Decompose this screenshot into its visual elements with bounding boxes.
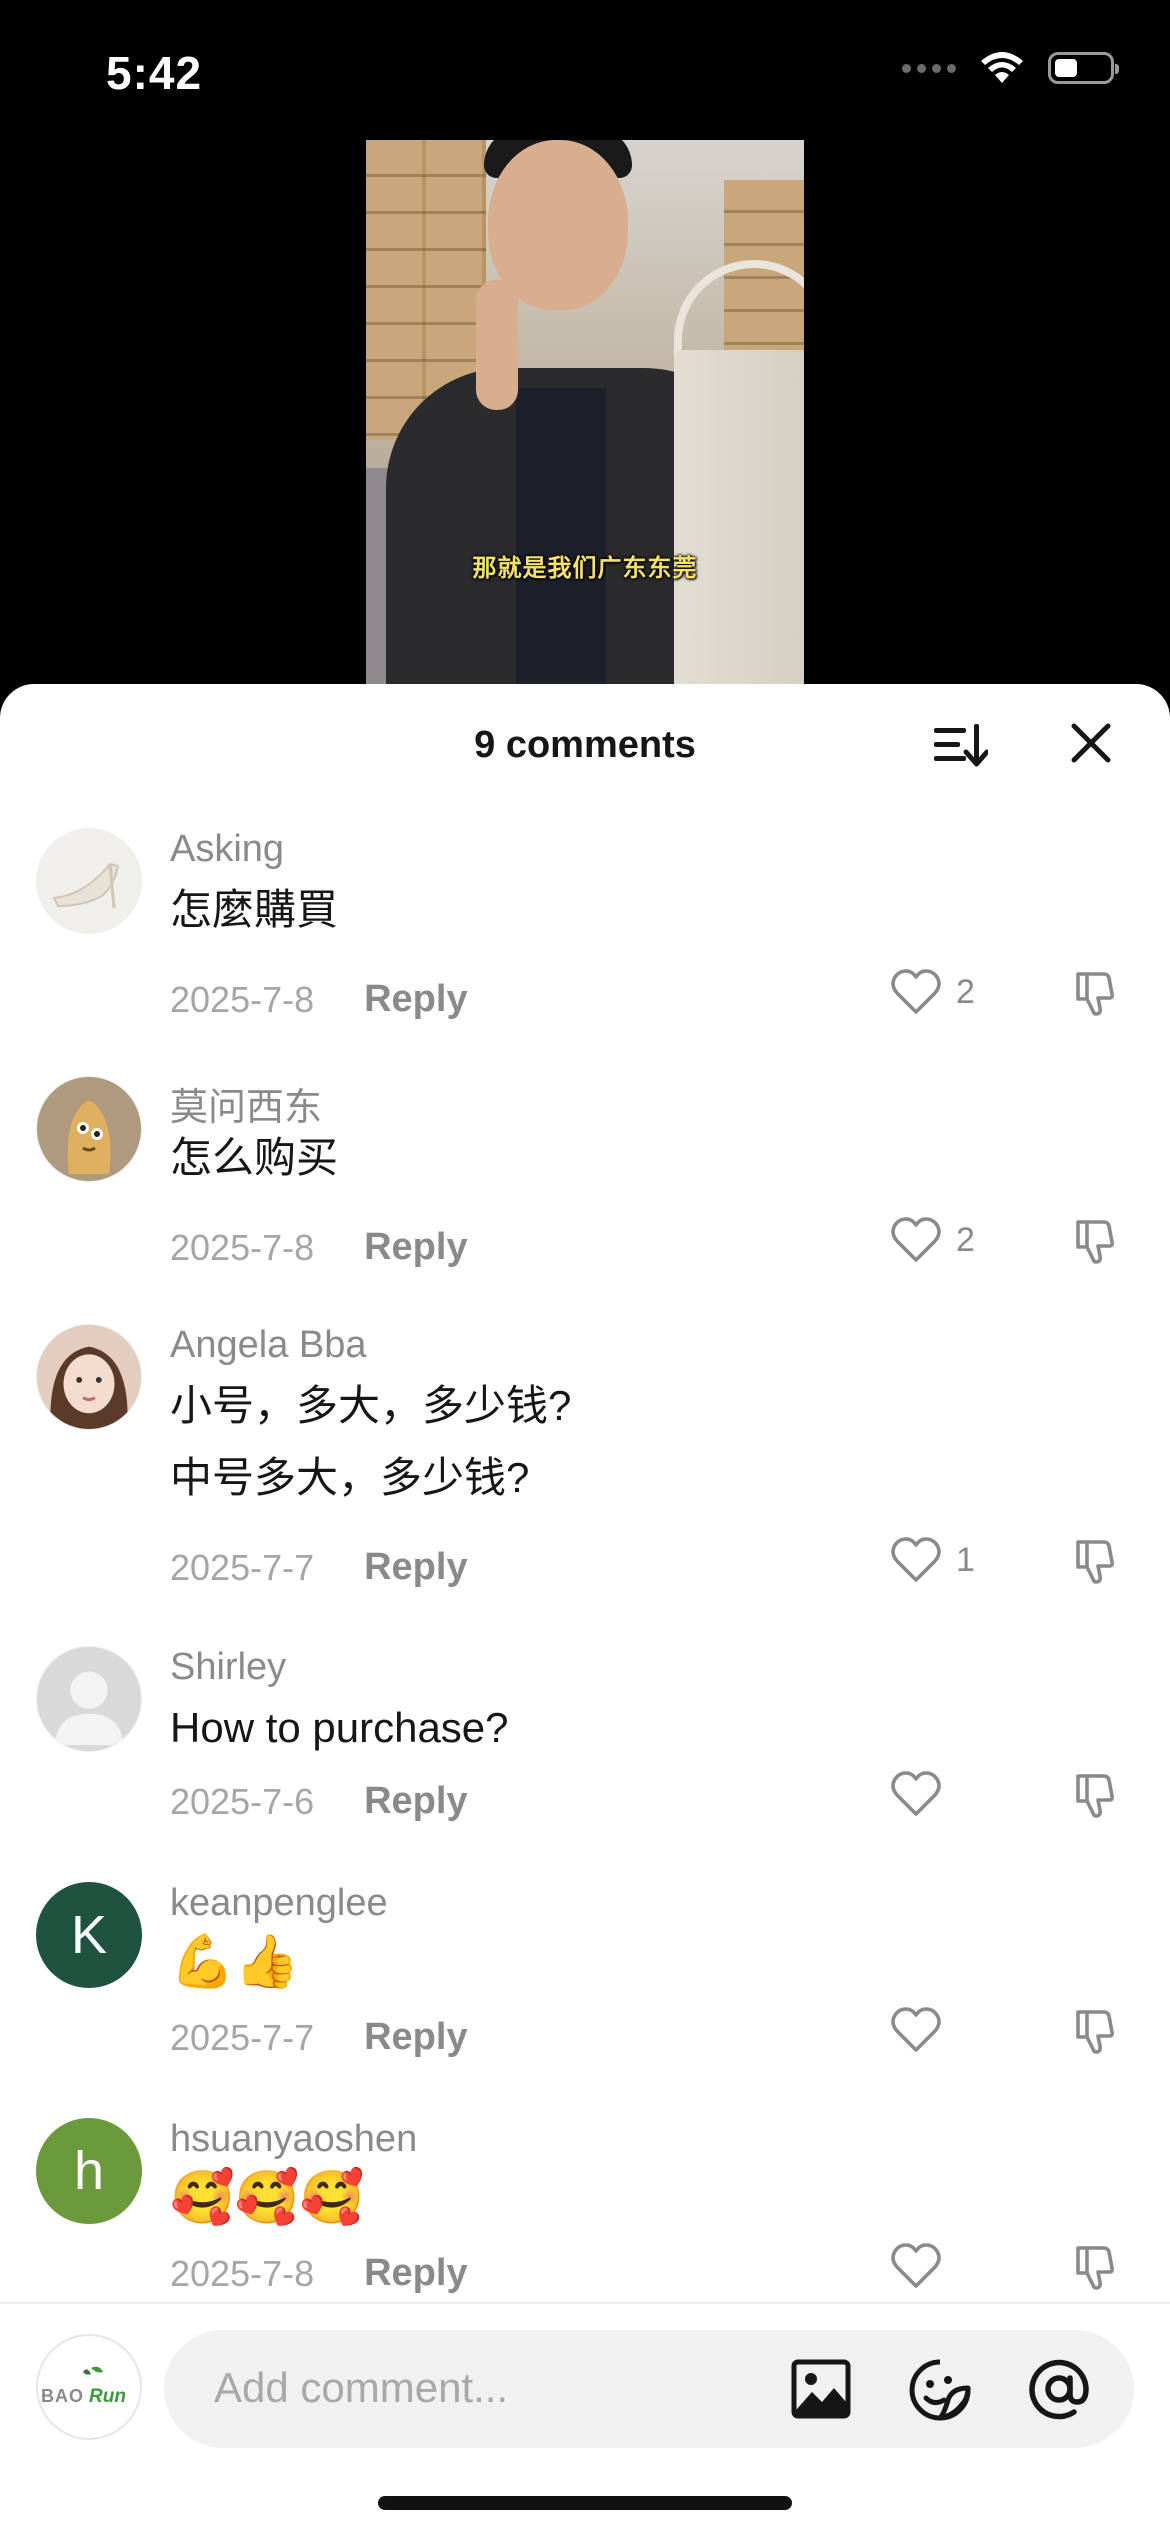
avatar-letter: K [70,1905,108,1965]
heart-icon [891,1537,941,1582]
brand-logo-icon: BAO Run [41,2366,126,2407]
status-icons [902,50,1119,86]
like-button[interactable] [890,1770,956,1818]
heart-icon [891,1217,941,1262]
woman-photo-icon [37,1325,141,1429]
reply-button[interactable]: Reply [364,978,467,1021]
cellular-signal-icon [902,63,956,73]
comment-date: 2025-7-7 [170,2016,315,2058]
image-icon[interactable] [790,2358,852,2420]
status-time: 5:42 [106,47,203,99]
comment-input[interactable]: Add comment... [164,2330,1134,2448]
heart-icon [891,2243,941,2288]
comment-text: 怎麼購買 [170,886,339,933]
my-avatar[interactable]: BAO Run [36,2334,142,2440]
app-screen: 5:42 那就是我们广东东莞 9 comments Asking 怎麼購買 20… [0,0,1170,2532]
comment-username[interactable]: Angela Bba [170,1324,367,1367]
comment-username[interactable]: Shirley [170,1646,286,1689]
dislike-icon[interactable] [1070,1216,1122,1268]
logo-left-text: BAO [41,2386,84,2406]
avatar-letter: h [73,2141,105,2201]
comment-text: 怎么购买 [170,1134,339,1181]
comment-date: 2025-7-7 [170,1546,315,1588]
comment-date: 2025-7-8 [170,1226,315,1268]
cartoon-character-icon [67,1101,111,1174]
comment-date: 2025-7-8 [170,978,315,1020]
comment-date: 2025-7-8 [170,2252,315,2294]
comment-meta: 2025-7-7 Reply [170,1546,468,1589]
wifi-icon [981,52,1023,83]
comment-meta: 2025-7-8 Reply [170,2252,468,2295]
like-button[interactable]: 2 [890,1216,975,1264]
like-button[interactable]: 1 [890,1536,975,1584]
reply-button[interactable]: Reply [364,1780,467,1823]
avatar[interactable] [36,1076,142,1182]
comments-sheet: 9 comments Asking 怎麼購買 2025-7-8 Reply 2 … [0,684,1170,2532]
comment-username[interactable]: Asking [170,828,284,871]
dislike-icon[interactable] [1070,1536,1122,1588]
comment-text-line-2: 中号多大，多少钱? [170,1454,530,1501]
heart-icon [891,2007,941,2052]
dislike-icon[interactable] [1070,1770,1122,1822]
comment-username[interactable]: keanpenglee [170,1882,388,1925]
reply-button[interactable]: Reply [364,2252,467,2295]
comment-username[interactable]: hsuanyaoshen [170,2118,417,2161]
comment-text: 💪👍 [170,1932,300,1992]
comment-meta: 2025-7-7 Reply [170,2016,468,2059]
comment-text-line-1: 小号，多大，多少钱? [170,1382,572,1429]
like-count: 2 [956,1220,975,1259]
battery-icon [1048,52,1119,84]
video-caption: 那就是我们广东东莞 [472,554,698,582]
comments-list: Asking 怎麼購買 2025-7-8 Reply 2 莫问西东 怎么购买 2… [0,684,1170,2304]
heart-icon [891,969,941,1014]
avatar[interactable]: h [36,2118,142,2224]
default-avatar-icon [54,1671,124,1746]
reply-button[interactable]: Reply [364,1226,467,1269]
comment-input-placeholder: Add comment... [214,2364,509,2411]
reply-button[interactable]: Reply [364,2016,467,2059]
shoe-photo-icon [52,862,120,909]
logo-right-text: Run [89,2386,126,2407]
comment-date: 2025-7-6 [170,1780,315,1822]
avatar[interactable] [36,1646,142,1752]
video-preview[interactable]: 那就是我们广东东莞 [366,140,804,688]
like-button[interactable] [890,2006,956,2054]
comment-text: 🥰🥰🥰 [170,2168,365,2228]
dislike-icon[interactable] [1070,2006,1122,2058]
avatar[interactable] [36,1324,142,1430]
like-button[interactable]: 2 [890,968,975,1016]
home-indicator[interactable] [378,2496,792,2510]
like-count: 2 [956,972,975,1011]
dislike-icon[interactable] [1070,968,1122,1020]
like-button[interactable] [890,2242,956,2290]
dislike-icon[interactable] [1070,2242,1122,2294]
avatar[interactable]: K [36,1882,142,1988]
like-count: 1 [956,1540,975,1579]
reply-button[interactable]: Reply [364,1546,467,1589]
avatar[interactable] [36,828,142,934]
comment-meta: 2025-7-8 Reply [170,978,468,1021]
mention-icon[interactable] [1026,2356,1092,2422]
comment-meta: 2025-7-8 Reply [170,1226,468,1269]
sticker-icon[interactable] [908,2358,972,2422]
heart-icon [891,1771,941,1816]
comment-text: How to purchase? [170,1704,509,1751]
comment-meta: 2025-7-6 Reply [170,1780,468,1823]
